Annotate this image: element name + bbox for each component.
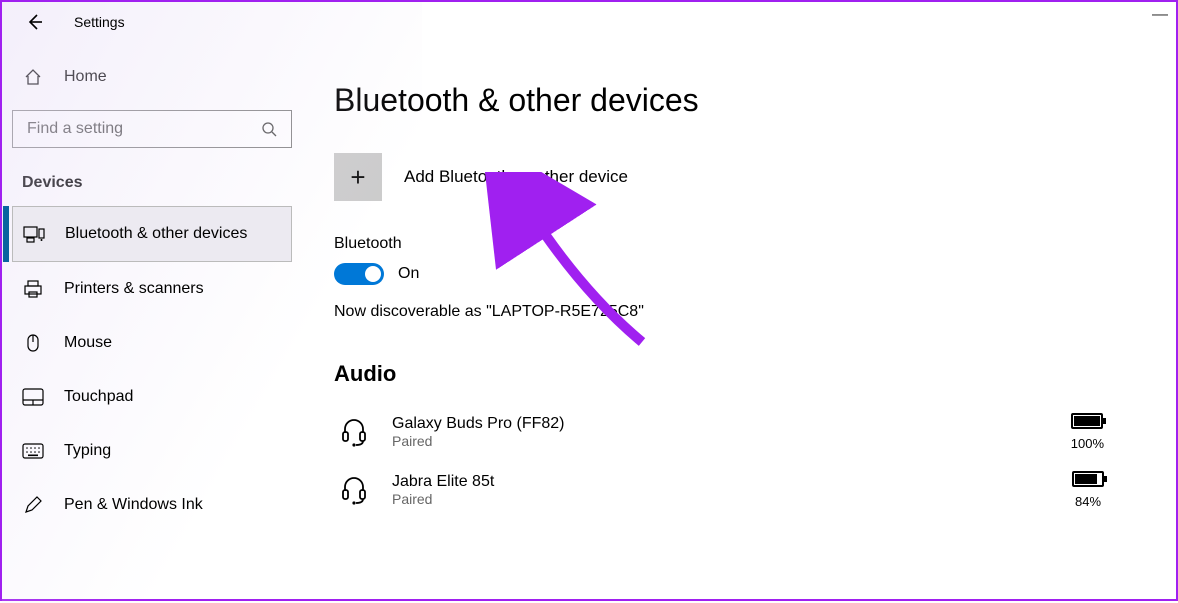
discoverable-text: Now discoverable as "LAPTOP-R5E725C8" [334, 303, 1144, 321]
sidebar-item-pen[interactable]: Pen & Windows Ink [12, 478, 292, 532]
home-label: Home [64, 68, 107, 86]
battery-indicator: 84% [1072, 471, 1104, 509]
titlebar: Settings — [2, 2, 1176, 42]
mouse-icon [22, 332, 44, 354]
bluetooth-devices-icon [23, 223, 45, 245]
device-row[interactable]: Galaxy Buds Pro (FF82)Paired100% [334, 403, 1144, 461]
headset-icon [334, 417, 374, 447]
plus-icon: + [334, 153, 382, 201]
add-device-button[interactable]: + Add Bluetooth or other device [334, 153, 1144, 201]
minimize-button[interactable]: — [1152, 6, 1168, 24]
home-icon [22, 66, 44, 88]
device-row[interactable]: Jabra Elite 85tPaired84% [334, 461, 1144, 519]
touchpad-icon [22, 386, 44, 408]
sidebar-item-label: Bluetooth & other devices [65, 225, 247, 243]
printer-icon [22, 278, 44, 300]
sidebar-item-touchpad[interactable]: Touchpad [12, 370, 292, 424]
battery-indicator: 100% [1071, 413, 1104, 451]
battery-icon [1071, 413, 1103, 429]
arrow-left-icon [25, 13, 43, 31]
page-title: Bluetooth & other devices [334, 82, 1144, 119]
sidebar-item-label: Typing [64, 442, 111, 460]
sidebar-item-mouse[interactable]: Mouse [12, 316, 292, 370]
search-input[interactable]: Find a setting [12, 110, 292, 148]
search-icon [261, 121, 277, 137]
bluetooth-label: Bluetooth [334, 235, 1144, 253]
device-status: Paired [392, 491, 1072, 507]
sidebar-item-keyboard[interactable]: Typing [12, 424, 292, 478]
sidebar-item-label: Pen & Windows Ink [64, 496, 203, 514]
battery-percent: 84% [1072, 494, 1104, 509]
category-heading: Devices [12, 166, 292, 206]
app-title: Settings [74, 14, 125, 30]
search-placeholder: Find a setting [27, 120, 123, 138]
sidebar-item-label: Touchpad [64, 388, 133, 406]
sidebar: Home Find a setting Devices Bluetooth & … [2, 42, 302, 599]
battery-percent: 100% [1071, 436, 1104, 451]
device-name: Galaxy Buds Pro (FF82) [392, 415, 1071, 433]
home-nav[interactable]: Home [12, 52, 292, 102]
toggle-state: On [398, 265, 419, 283]
add-device-label: Add Bluetooth or other device [404, 167, 628, 187]
device-status: Paired [392, 433, 1071, 449]
battery-icon [1072, 471, 1104, 487]
sidebar-item-label: Mouse [64, 334, 112, 352]
bluetooth-toggle[interactable] [334, 263, 384, 285]
pen-icon [22, 494, 44, 516]
sidebar-item-printer[interactable]: Printers & scanners [12, 262, 292, 316]
keyboard-icon [22, 440, 44, 462]
audio-heading: Audio [334, 361, 1144, 387]
headset-icon [334, 475, 374, 505]
back-button[interactable] [14, 2, 54, 42]
sidebar-item-label: Printers & scanners [64, 280, 204, 298]
content-pane: Bluetooth & other devices + Add Bluetoot… [302, 42, 1176, 599]
sidebar-item-bluetooth-devices[interactable]: Bluetooth & other devices [12, 206, 292, 262]
device-name: Jabra Elite 85t [392, 473, 1072, 491]
